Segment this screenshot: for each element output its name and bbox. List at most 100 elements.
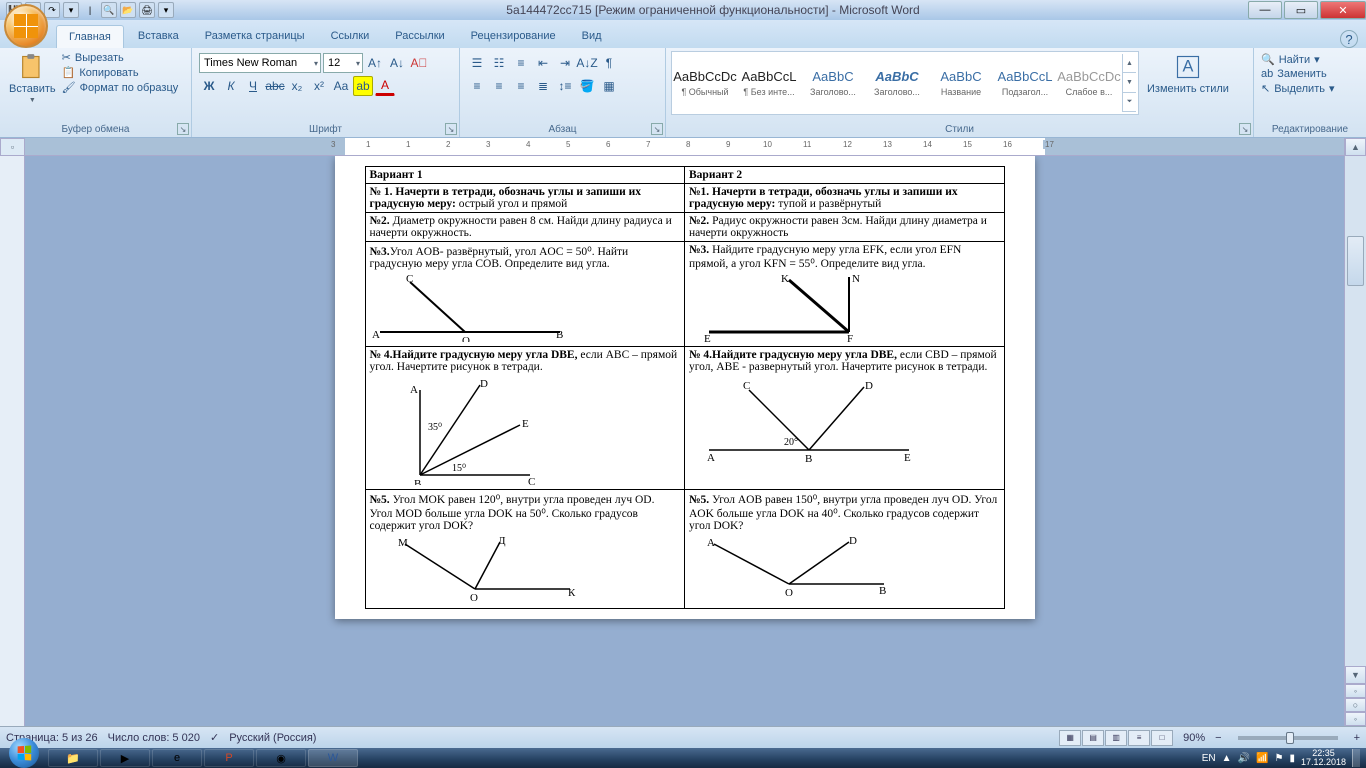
underline-button[interactable]: Ч bbox=[243, 76, 263, 96]
open-icon[interactable]: 📂 bbox=[120, 2, 136, 18]
taskbar-chrome[interactable]: ◉ bbox=[256, 749, 306, 767]
font-dialog-launcher[interactable]: ↘ bbox=[445, 123, 457, 135]
cut-button[interactable]: ✂Вырезать bbox=[62, 51, 179, 64]
office-button[interactable] bbox=[4, 4, 48, 48]
taskbar-media[interactable]: ▶ bbox=[100, 749, 150, 767]
show-marks-button[interactable]: ¶ bbox=[599, 53, 619, 73]
close-button[interactable]: ✕ bbox=[1320, 1, 1366, 19]
ruler-corner[interactable]: ▫ bbox=[0, 138, 25, 156]
bullets-button[interactable]: ☰ bbox=[467, 53, 487, 73]
zoom-in-button[interactable]: + bbox=[1354, 732, 1360, 744]
next-page-button[interactable]: ◦ bbox=[1345, 712, 1366, 726]
scroll-track[interactable] bbox=[1345, 156, 1366, 666]
taskbar-word[interactable]: W bbox=[308, 749, 358, 767]
shading-button[interactable]: 🪣 bbox=[577, 76, 597, 96]
inc-indent-button[interactable]: ⇥ bbox=[555, 53, 575, 73]
scroll-thumb[interactable] bbox=[1347, 236, 1364, 286]
paste-button[interactable]: Вставить ▼ bbox=[5, 51, 60, 106]
zoom-out-button[interactable]: − bbox=[1215, 732, 1221, 744]
tray-flag-icon[interactable]: ⚑ bbox=[1274, 753, 1283, 764]
print-layout-view[interactable]: ▦ bbox=[1059, 730, 1081, 746]
tab-review[interactable]: Рецензирование bbox=[459, 25, 568, 48]
qat-more-icon[interactable]: ▾ bbox=[63, 2, 79, 18]
sort-button[interactable]: A↓Z bbox=[577, 53, 597, 73]
styles-dialog-launcher[interactable]: ↘ bbox=[1239, 123, 1251, 135]
zoom-value[interactable]: 90% bbox=[1183, 732, 1205, 744]
clipboard-dialog-launcher[interactable]: ↘ bbox=[177, 123, 189, 135]
styles-gallery[interactable]: AaBbCcDc¶ Обычный AaBbCcL¶ Без инте... A… bbox=[671, 51, 1139, 115]
highlight-button[interactable]: ab bbox=[353, 76, 373, 96]
word-count[interactable]: Число слов: 5 020 bbox=[108, 732, 200, 744]
start-button[interactable] bbox=[2, 748, 46, 768]
numbering-button[interactable]: ☷ bbox=[489, 53, 509, 73]
style-subtle[interactable]: AaBbCcDcСлабое в... bbox=[1058, 54, 1120, 112]
zoom-slider[interactable] bbox=[1238, 736, 1338, 740]
tab-page-layout[interactable]: Разметка страницы bbox=[193, 25, 317, 48]
horizontal-ruler[interactable]: 311234567891011121314151617 bbox=[25, 138, 1344, 156]
shrink-font-icon[interactable]: A↓ bbox=[387, 53, 407, 73]
copy-button[interactable]: 📋Копировать bbox=[62, 66, 179, 79]
document-area[interactable]: Вариант 1 Вариант 2 № 1. Начерти в тетра… bbox=[25, 156, 1344, 726]
taskbar-ie[interactable]: e bbox=[152, 749, 202, 767]
help-button[interactable]: ? bbox=[1340, 30, 1358, 48]
taskbar-explorer[interactable]: 📁 bbox=[48, 749, 98, 767]
tray-clock[interactable]: 22:3517.12.2018 bbox=[1301, 749, 1346, 767]
scroll-up-button[interactable]: ▲ bbox=[1345, 138, 1366, 156]
multilevel-button[interactable]: ≡ bbox=[511, 53, 531, 73]
align-center-button[interactable]: ≡ bbox=[489, 76, 509, 96]
web-layout-view[interactable]: ▥ bbox=[1105, 730, 1127, 746]
strike-button[interactable]: abc bbox=[265, 76, 285, 96]
font-name-combo[interactable]: Times New Roman bbox=[199, 53, 321, 73]
style-subtitle[interactable]: AaBbCcLПодзагол... bbox=[994, 54, 1056, 112]
full-read-view[interactable]: ▤ bbox=[1082, 730, 1104, 746]
dec-indent-button[interactable]: ⇤ bbox=[533, 53, 553, 73]
select-button[interactable]: ↖Выделить ▾ bbox=[1261, 82, 1335, 95]
browse-object-button[interactable]: ○ bbox=[1345, 698, 1366, 712]
vertical-scrollbar[interactable]: ▲ ▼ ◦ ○ ◦ bbox=[1344, 138, 1366, 726]
tab-insert[interactable]: Вставка bbox=[126, 25, 191, 48]
minimize-button[interactable]: — bbox=[1248, 1, 1282, 19]
line-spacing-button[interactable]: ↕≡ bbox=[555, 76, 575, 96]
style-heading1[interactable]: AaBbCЗаголово... bbox=[802, 54, 864, 112]
subscript-button[interactable]: x₂ bbox=[287, 76, 307, 96]
redo-icon[interactable]: ↷ bbox=[44, 2, 60, 18]
tray-battery-icon[interactable]: ▮ bbox=[1289, 753, 1295, 764]
outline-view[interactable]: ≡ bbox=[1128, 730, 1150, 746]
style-title[interactable]: AaBbCНазвание bbox=[930, 54, 992, 112]
preview-icon[interactable]: 🔍 bbox=[101, 2, 117, 18]
format-painter-button[interactable]: 🖌Формат по образцу bbox=[62, 81, 179, 94]
italic-button[interactable]: К bbox=[221, 76, 241, 96]
prev-page-button[interactable]: ◦ bbox=[1345, 684, 1366, 698]
borders-button[interactable]: ▦ bbox=[599, 76, 619, 96]
align-right-button[interactable]: ≡ bbox=[511, 76, 531, 96]
draft-view[interactable]: □ bbox=[1151, 730, 1173, 746]
tray-language[interactable]: EN bbox=[1202, 753, 1216, 764]
scroll-down-button[interactable]: ▼ bbox=[1345, 666, 1366, 684]
tab-home[interactable]: Главная bbox=[56, 25, 124, 48]
clear-format-icon[interactable]: A⃠ bbox=[409, 53, 429, 73]
paragraph-dialog-launcher[interactable]: ↘ bbox=[651, 123, 663, 135]
spell-check-icon[interactable]: ✓ bbox=[210, 731, 219, 744]
gallery-scroll[interactable]: ▲▼⏷ bbox=[1122, 54, 1136, 112]
font-color-button[interactable]: A bbox=[375, 76, 395, 96]
tab-references[interactable]: Ссылки bbox=[319, 25, 382, 48]
change-styles-button[interactable]: A Изменить стили bbox=[1143, 51, 1233, 97]
vertical-ruler[interactable] bbox=[0, 156, 25, 726]
tab-view[interactable]: Вид bbox=[570, 25, 614, 48]
tray-volume-icon[interactable]: 🔊 bbox=[1238, 753, 1250, 764]
maximize-button[interactable]: ▭ bbox=[1284, 1, 1318, 19]
style-no-spacing[interactable]: AaBbCcL¶ Без инте... bbox=[738, 54, 800, 112]
replace-button[interactable]: abЗаменить bbox=[1261, 68, 1335, 80]
find-button[interactable]: 🔍Найти ▾ bbox=[1261, 53, 1335, 66]
style-heading2[interactable]: AaBbCЗаголово... bbox=[866, 54, 928, 112]
change-case-button[interactable]: Aa bbox=[331, 76, 351, 96]
justify-button[interactable]: ≣ bbox=[533, 76, 553, 96]
print-icon[interactable]: 🖨 bbox=[139, 2, 155, 18]
align-left-button[interactable]: ≡ bbox=[467, 76, 487, 96]
tab-mailings[interactable]: Рассылки bbox=[383, 25, 456, 48]
taskbar-ppt[interactable]: P bbox=[204, 749, 254, 767]
style-normal[interactable]: AaBbCcDc¶ Обычный bbox=[674, 54, 736, 112]
tray-network-icon[interactable]: 📶 bbox=[1256, 753, 1268, 764]
language-indicator[interactable]: Русский (Россия) bbox=[229, 732, 316, 744]
zoom-handle[interactable] bbox=[1286, 732, 1294, 744]
